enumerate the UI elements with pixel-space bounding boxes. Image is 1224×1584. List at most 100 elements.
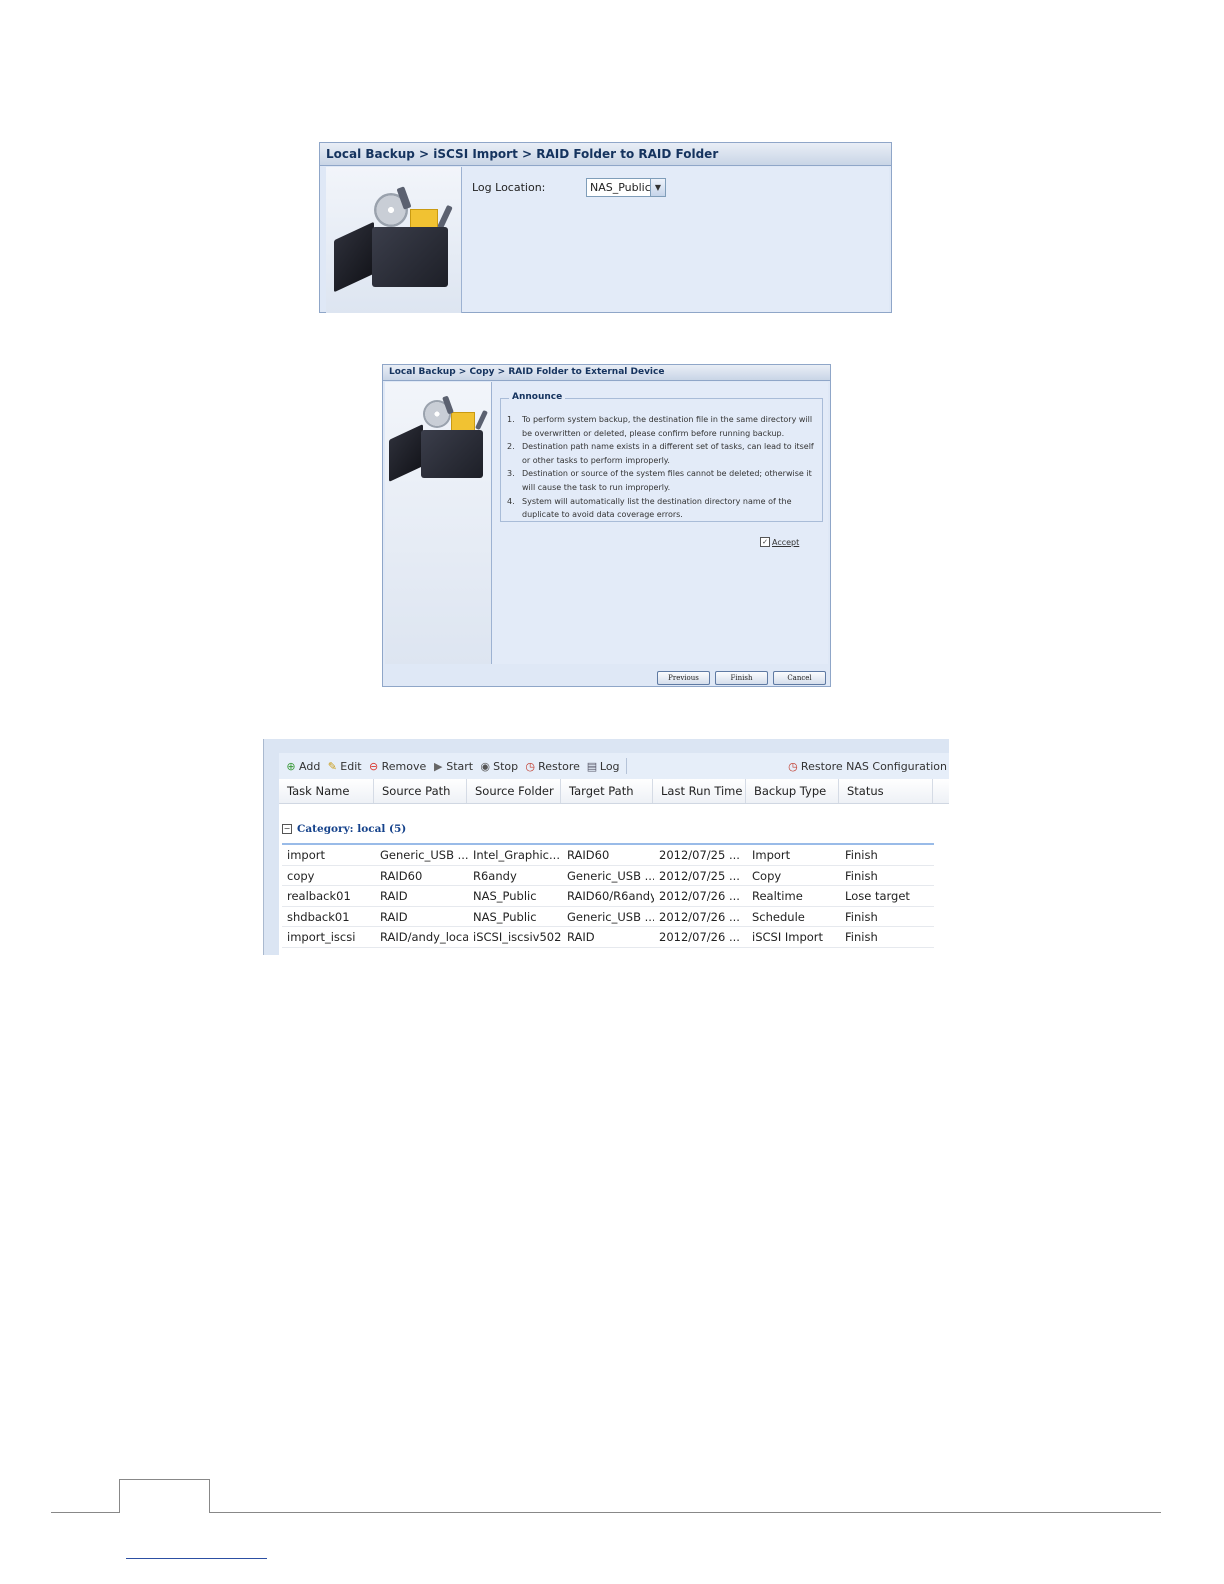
item-text: Destination or source of the system file… — [522, 469, 812, 492]
task-name-cell: shdback01 — [287, 909, 350, 924]
remove-label: Remove — [381, 759, 427, 773]
table-row[interactable]: import Generic_USB ... Intel_Graphic... … — [282, 845, 934, 866]
pencil-icon: ✎ — [327, 759, 337, 773]
task-name-cell: import — [287, 848, 325, 862]
status-cell: Finish — [845, 930, 878, 945]
source-path-cell: RAID — [380, 889, 408, 904]
source-path-cell: RAID — [380, 909, 408, 924]
last-run-time-cell: 2012/07/26 ... — [659, 909, 740, 924]
source-path-cell: RAID/andy_local — [380, 930, 468, 945]
list-item: 1. To perform system backup, the destinat… — [507, 413, 818, 440]
cancel-button[interactable]: Cancel — [773, 671, 826, 685]
target-path-cell: RAID60 — [567, 848, 610, 862]
announce-list: 1. To perform system backup, the destinat… — [507, 413, 818, 522]
status-cell: Finish — [845, 909, 878, 924]
item-number: 4. — [507, 496, 515, 506]
footer-link-underline[interactable] — [126, 1558, 267, 1559]
log-location-select[interactable]: NAS_Public ▼ — [586, 178, 666, 197]
copy-external-dialog: Local Backup > Copy > RAID Folder to Ext… — [382, 364, 831, 687]
restore-nas-configuration-button[interactable]: ◷ Restore NAS Configuration — [787, 760, 947, 773]
clock-restore-icon: ◷ — [788, 759, 798, 773]
table-row[interactable]: copy RAID60 R6andy Generic_USB ... 2012/… — [282, 866, 934, 887]
dialog-title: Local Backup > Copy > RAID Folder to Ext… — [383, 365, 830, 381]
stop-button[interactable]: ◉ Stop — [479, 760, 518, 773]
item-text: System will automatically list the desti… — [522, 496, 792, 520]
table-row[interactable]: import_iscsi RAID/andy_local iSCSI_iscsi… — [282, 927, 934, 948]
previous-button[interactable]: Previous — [657, 671, 710, 685]
source-folder-cell: NAS_Public — [473, 909, 537, 924]
source-folder-cell: R6andy — [473, 868, 517, 883]
log-button[interactable]: ▤ Log — [586, 760, 620, 773]
task-name-cell: import_iscsi — [287, 930, 356, 945]
status-cell: Finish — [845, 868, 878, 883]
accept-checkbox[interactable]: ✓ Accept — [760, 537, 799, 547]
source-folder-cell: iSCSI_iscsiv502 — [473, 930, 562, 945]
plus-circle-icon: ⊕ — [286, 759, 296, 773]
grid-container: ⊕ Add ✎ Edit ⊖ Remove ▶ Start ◉ Stop ◷ Restore… — [279, 753, 949, 955]
list-item: 4. System will automatically list the des… — [507, 495, 818, 522]
item-text: To perform system backup, the destinatio… — [522, 415, 813, 438]
edit-label: Edit — [340, 759, 362, 773]
stop-icon: ◉ — [480, 759, 490, 773]
status-cell: Lose target — [845, 889, 910, 904]
item-number: 3. — [507, 469, 515, 479]
add-button[interactable]: ⊕ Add — [285, 760, 320, 773]
start-button[interactable]: ▶ Start — [432, 760, 473, 773]
finish-button[interactable]: Finish — [715, 671, 768, 685]
grid-header: Task Name Source Path Source Folder Targ… — [279, 779, 949, 804]
item-number: 1. — [507, 415, 515, 424]
column-header[interactable]: Target Path — [561, 779, 653, 803]
restore-button[interactable]: ◷ Restore — [524, 760, 580, 773]
remove-button[interactable]: ⊖ Remove — [368, 759, 427, 773]
accept-label[interactable]: Accept — [772, 538, 799, 547]
source-folder-cell: NAS_Public — [473, 889, 537, 904]
last-run-time-cell: 2012/07/26 ... — [659, 930, 740, 945]
column-header[interactable]: Task Name — [279, 779, 374, 803]
column-header[interactable]: Status — [839, 779, 933, 803]
list-item: 2. Destination path name exists in a diff… — [507, 440, 818, 467]
chevron-down-icon[interactable]: ▼ — [650, 179, 665, 196]
backup-type-cell: Copy — [752, 868, 782, 883]
dialog-content: Log Location: NAS_Public ▼ — [462, 167, 889, 312]
edit-button[interactable]: ✎ Edit — [326, 759, 362, 773]
table-row[interactable]: realback01 RAID NAS_Public RAID60/R6andy… — [282, 886, 934, 907]
backup-type-cell: Realtime — [752, 889, 803, 904]
item-number: 2. — [507, 442, 515, 452]
clock-restore-icon: ◷ — [525, 759, 535, 773]
backup-type-cell: Import — [752, 848, 791, 862]
source-folder-cell: Intel_Graphic... — [473, 848, 560, 862]
announce-title: Announce — [509, 392, 566, 402]
backup-box-icon — [326, 167, 462, 313]
backup-box-icon — [385, 382, 492, 666]
last-run-time-cell: 2012/07/25 ... — [659, 868, 740, 883]
column-header[interactable]: Backup Type — [746, 779, 839, 803]
status-cell: Finish — [845, 848, 878, 862]
minus-box-icon[interactable]: − — [282, 824, 292, 834]
dialog-title: Local Backup > iSCSI Import > RAID Folde… — [320, 143, 891, 166]
checkbox[interactable]: ✓ — [760, 537, 770, 547]
stop-label: Stop — [493, 759, 519, 773]
column-header[interactable]: Last Run Time — [653, 779, 746, 803]
group-label: Category: local (5) — [297, 823, 407, 835]
last-run-time-cell: 2012/07/25 ... — [659, 848, 740, 862]
table-row[interactable]: shdback01 RAID NAS_Public Generic_USB ..… — [282, 907, 934, 928]
button-bar: Previous Finish Cancel — [383, 664, 830, 686]
source-path-cell: RAID60 — [380, 868, 423, 883]
start-label: Start — [446, 759, 474, 773]
task-name-cell: copy — [287, 868, 315, 883]
toolbar-divider — [625, 758, 627, 774]
backup-task-grid-panel: ⊕ Add ✎ Edit ⊖ Remove ▶ Start ◉ Stop ◷ Restore… — [263, 739, 949, 955]
page-number-tab — [119, 1479, 210, 1513]
column-header[interactable]: Source Folder — [467, 779, 561, 803]
target-path-cell: RAID60/R6andy — [567, 889, 654, 904]
restore-label: Restore — [538, 759, 580, 773]
announce-fieldset: Announce 1. To perform system backup, the… — [500, 392, 823, 522]
iscsi-import-dialog: Local Backup > iSCSI Import > RAID Folde… — [319, 142, 892, 313]
backup-type-cell: iSCSI Import — [752, 930, 824, 945]
last-run-time-cell: 2012/07/26 ... — [659, 889, 740, 904]
source-path-cell: Generic_USB ... — [380, 848, 468, 862]
log-label: Log — [599, 759, 620, 773]
group-header[interactable]: − Category: local (5) — [282, 823, 406, 835]
column-header[interactable]: Source Path — [374, 779, 467, 803]
item-text: Destination path name exists in a differ… — [522, 442, 814, 465]
